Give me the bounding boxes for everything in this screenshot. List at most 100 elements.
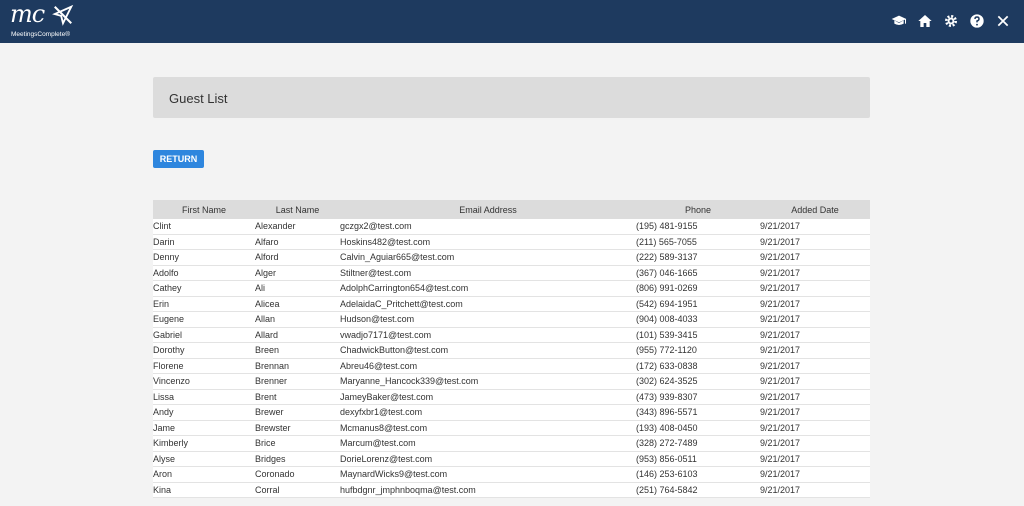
gear-icon[interactable] <box>942 12 960 30</box>
phone-cell: (195) 481-9155 <box>636 219 760 235</box>
table-row[interactable]: Cathey Ali AdolphCarrington654@test.com (80… <box>153 280 870 297</box>
email-cell: gczgx2@test.com <box>340 219 636 235</box>
email-cell: dexyfxbr1@test.com <box>340 404 636 421</box>
last-name-cell: Brewer <box>255 404 340 421</box>
first-name-cell: Lissa <box>153 389 255 405</box>
email-cell: ChadwickButton@test.com <box>340 342 636 359</box>
table-row[interactable]: Erin Alicea AdelaidaC_Pritchett@test.com (5… <box>153 296 870 312</box>
column-header-last-name[interactable]: Last Name <box>255 200 340 219</box>
table-row[interactable]: Darin Alfaro Hoskins482@test.com (211) 565-… <box>153 234 870 250</box>
table-row[interactable]: Kimberly Brice Marcum@test.com (328) 272-74… <box>153 435 870 452</box>
column-header-phone[interactable]: Phone <box>636 200 760 219</box>
help-icon[interactable] <box>968 12 986 30</box>
last-name-cell: Alexander <box>255 219 340 235</box>
first-name-cell: Erin <box>153 296 255 312</box>
added-date-cell: 9/21/2017 <box>760 296 870 312</box>
table-row[interactable]: Vincenzo Brenner Maryanne_Hancock339@test.… <box>153 373 870 390</box>
table-row[interactable]: Aron Coronado MaynardWicks9@test.com (146) … <box>153 466 870 483</box>
first-name-cell: Darin <box>153 234 255 250</box>
first-name-cell: Alyse <box>153 451 255 467</box>
first-name-cell: Aron <box>153 466 255 483</box>
table-row[interactable]: Eugene Allan Hudson@test.com (904) 008-4033… <box>153 311 870 328</box>
phone-cell: (193) 408-0450 <box>636 420 760 436</box>
first-name-cell: Adolfo <box>153 265 255 281</box>
email-cell: DorieLorenz@test.com <box>340 451 636 467</box>
first-name-cell: Dorothy <box>153 342 255 359</box>
last-name-cell: Coronado <box>255 466 340 483</box>
first-name-cell: Vincenzo <box>153 373 255 390</box>
email-cell: Hudson@test.com <box>340 311 636 328</box>
phone-cell: (542) 694-1951 <box>636 296 760 312</box>
first-name-cell: Eugene <box>153 311 255 328</box>
table-row[interactable]: Alyse Bridges DorieLorenz@test.com (953) 85… <box>153 451 870 467</box>
added-date-cell: 9/21/2017 <box>760 373 870 390</box>
last-name-cell: Allan <box>255 311 340 328</box>
phone-cell: (955) 772-1120 <box>636 342 760 359</box>
phone-cell: (328) 272-7489 <box>636 435 760 452</box>
added-date-cell: 9/21/2017 <box>760 466 870 483</box>
top-bar: mc MeetingsComplete® <box>0 0 1024 43</box>
added-date-cell: 9/21/2017 <box>760 404 870 421</box>
last-name-cell: Ali <box>255 280 340 297</box>
last-name-cell: Brennan <box>255 358 340 374</box>
added-date-cell: 9/21/2017 <box>760 311 870 328</box>
table-row[interactable]: Clint Alexander gczgx2@test.com (195) 481-9… <box>153 219 870 235</box>
phone-cell: (343) 896-5571 <box>636 404 760 421</box>
column-header-first-name[interactable]: First Name <box>153 200 255 219</box>
email-cell: JameyBaker@test.com <box>340 389 636 405</box>
first-name-cell: Denny <box>153 249 255 266</box>
app-logo[interactable]: mc MeetingsComplete® <box>10 0 80 42</box>
last-name-cell: Bridges <box>255 451 340 467</box>
header-toolbar <box>890 12 1012 30</box>
table-row[interactable]: Lissa Brent JameyBaker@test.com (473) 939-8… <box>153 389 870 405</box>
column-header-added-date[interactable]: Added Date <box>760 200 870 219</box>
last-name-cell: Corral <box>255 482 340 498</box>
added-date-cell: 9/21/2017 <box>760 451 870 467</box>
added-date-cell: 9/21/2017 <box>760 389 870 405</box>
first-name-cell: Andy <box>153 404 255 421</box>
table-row[interactable]: Florene Brennan Abreu46@test.com (172) 633-… <box>153 358 870 374</box>
page-title: Guest List <box>169 91 228 106</box>
logo-text: mc <box>10 0 45 28</box>
added-date-cell: 9/21/2017 <box>760 358 870 374</box>
last-name-cell: Alfaro <box>255 234 340 250</box>
table-row[interactable]: Jame Brewster Mcmanus8@test.com (193) 408-0… <box>153 420 870 436</box>
phone-cell: (101) 539-3415 <box>636 327 760 343</box>
email-cell: Marcum@test.com <box>340 435 636 452</box>
phone-cell: (806) 991-0269 <box>636 280 760 297</box>
added-date-cell: 9/21/2017 <box>760 249 870 266</box>
home-icon[interactable] <box>916 12 934 30</box>
last-name-cell: Alicea <box>255 296 340 312</box>
last-name-cell: Alford <box>255 249 340 266</box>
last-name-cell: Brent <box>255 389 340 405</box>
first-name-cell: Kimberly <box>153 435 255 452</box>
table-row[interactable]: Dorothy Breen ChadwickButton@test.com (955)… <box>153 342 870 359</box>
phone-cell: (904) 008-4033 <box>636 311 760 328</box>
added-date-cell: 9/21/2017 <box>760 482 870 498</box>
added-date-cell: 9/21/2017 <box>760 234 870 250</box>
table-row[interactable]: Denny Alford Calvin_Aguiar665@test.com (222… <box>153 249 870 266</box>
first-name-cell: Florene <box>153 358 255 374</box>
column-header-email[interactable]: Email Address <box>340 200 636 219</box>
first-name-cell: Gabriel <box>153 327 255 343</box>
table-row[interactable]: Adolfo Alger Stiltner@test.com (367) 046-16… <box>153 265 870 281</box>
phone-cell: (953) 856-0511 <box>636 451 760 467</box>
table-row[interactable]: Gabriel Allard vwadjo7171@test.com (101) 53… <box>153 327 870 343</box>
guest-table-body: Clint Alexander gczgx2@test.com (195) 481-9… <box>153 219 870 498</box>
added-date-cell: 9/21/2017 <box>760 280 870 297</box>
phone-cell: (172) 633-0838 <box>636 358 760 374</box>
return-button[interactable]: RETURN <box>153 150 204 168</box>
added-date-cell: 9/21/2017 <box>760 420 870 436</box>
table-row[interactable]: Kina Corral hufbdgnr_jmphnboqma@test.com (2… <box>153 482 870 498</box>
phone-cell: (473) 939-8307 <box>636 389 760 405</box>
graduation-cap-icon[interactable] <box>890 12 908 30</box>
last-name-cell: Breen <box>255 342 340 359</box>
first-name-cell: Kina <box>153 482 255 498</box>
close-icon[interactable] <box>994 12 1012 30</box>
email-cell: MaynardWicks9@test.com <box>340 466 636 483</box>
email-cell: hufbdgnr_jmphnboqma@test.com <box>340 482 636 498</box>
guest-table: First Name Last Name Email Address Phone… <box>153 200 870 498</box>
table-header-row: First Name Last Name Email Address Phone… <box>153 200 870 219</box>
table-row[interactable]: Andy Brewer dexyfxbr1@test.com (343) 896-55… <box>153 404 870 421</box>
last-name-cell: Brenner <box>255 373 340 390</box>
